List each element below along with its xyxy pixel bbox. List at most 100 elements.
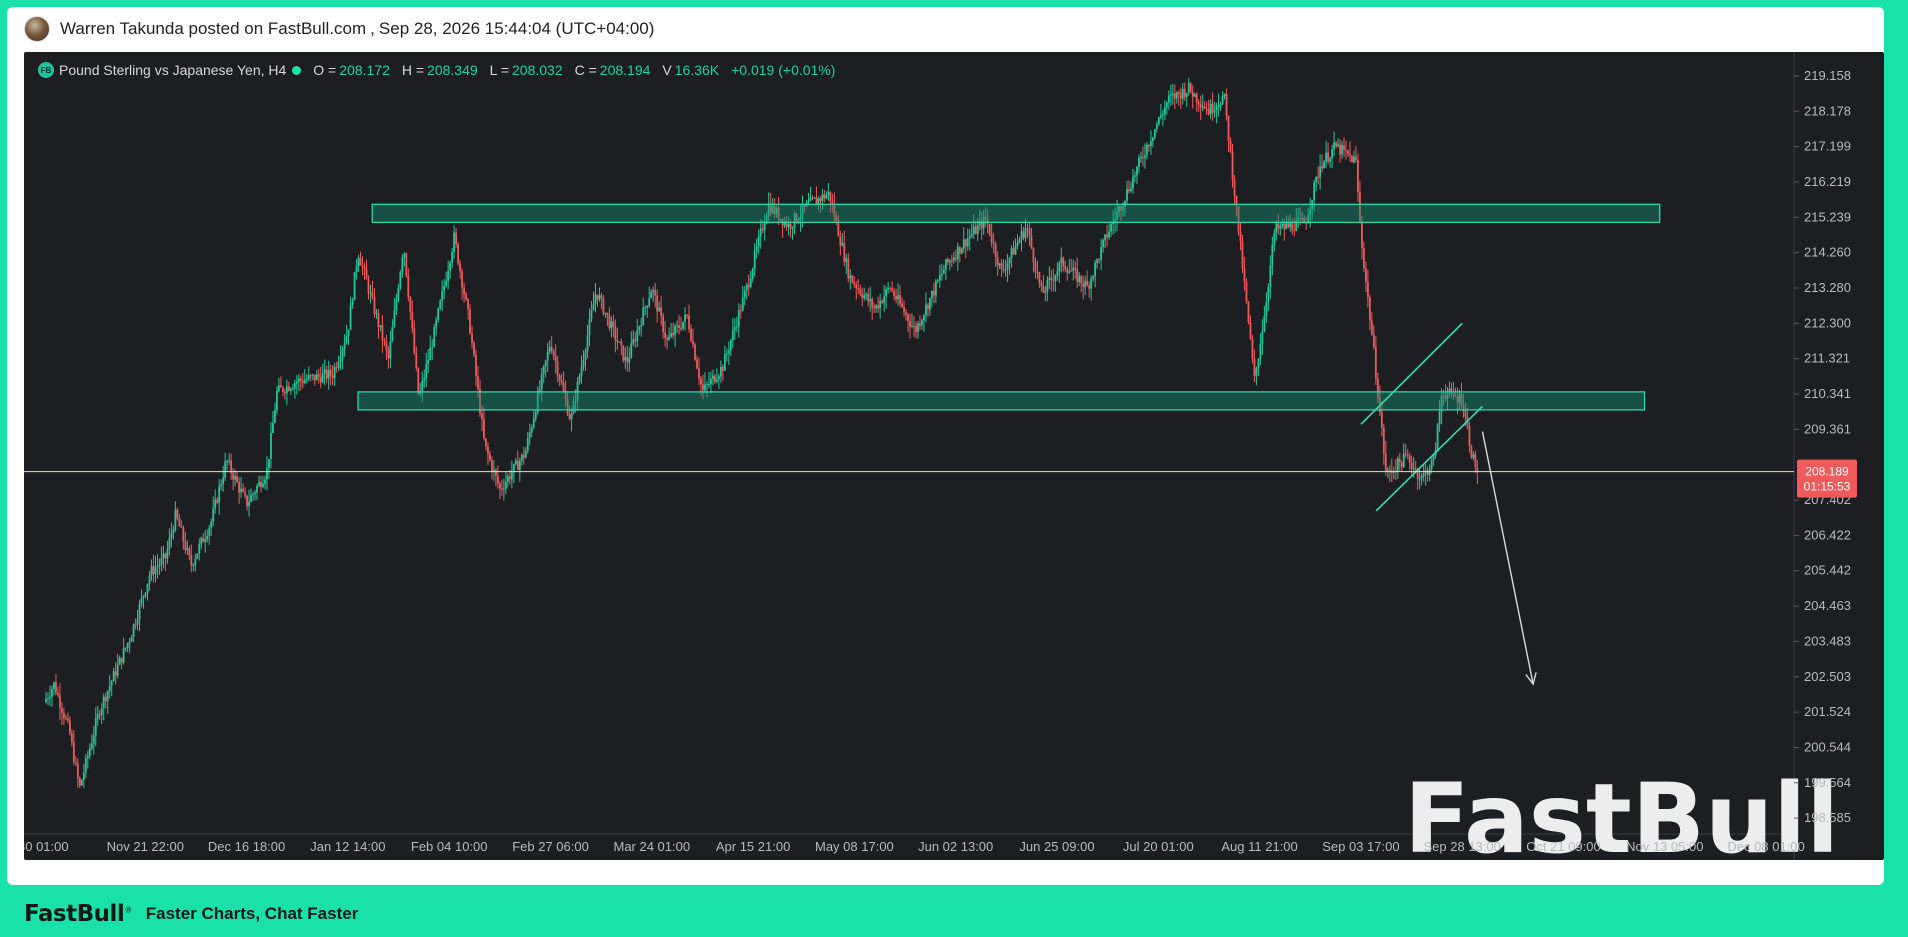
candle-body [1008, 257, 1011, 264]
candle-body [712, 375, 714, 379]
candle-body [550, 346, 553, 351]
candle-body [74, 762, 77, 764]
candle-body [956, 246, 959, 260]
candle-body [596, 294, 599, 300]
candle-body [313, 374, 316, 381]
candle-body [295, 381, 298, 384]
candle-body [1050, 277, 1053, 280]
candle-body [1072, 267, 1075, 271]
candle-body [847, 258, 850, 279]
candle-body [510, 472, 513, 480]
candle-body [881, 300, 884, 303]
candle-body [188, 548, 191, 556]
y-tick-label: 214.260 [1804, 245, 1851, 260]
candle-body [1366, 282, 1369, 298]
candle-body [453, 232, 456, 252]
candle-body [1406, 454, 1409, 456]
candle-body [853, 282, 856, 285]
candle-body [174, 509, 177, 530]
candle-body [118, 657, 121, 665]
candle-body [176, 509, 179, 518]
candle-body [409, 297, 412, 313]
high-value: 208.349 [427, 62, 478, 78]
footer-tagline: Faster Charts, Chat Faster [145, 904, 359, 923]
candle-body [666, 337, 669, 340]
chart-area[interactable]: FastBull 219.158 218.178 217.199 216.219 215.… [24, 52, 1884, 860]
candle-body [1243, 268, 1246, 282]
candle-body [1110, 223, 1112, 232]
candle-body [630, 343, 633, 358]
candle-body [375, 313, 378, 315]
candle-body [154, 567, 157, 575]
candle-body [124, 647, 127, 649]
candle-body [218, 486, 221, 503]
candle-body [363, 266, 366, 269]
candle-body [1191, 91, 1194, 97]
candle-body [1092, 276, 1095, 279]
symbol-name[interactable]: Pound Sterling vs Japanese Yen, H4 [59, 62, 286, 78]
candle-body [1136, 166, 1138, 176]
candle-body [381, 325, 384, 341]
candle-body [954, 257, 957, 260]
x-tick-label: Jun 02 13:00 [918, 839, 993, 854]
candle-body [1203, 106, 1206, 109]
candle-body [395, 299, 398, 311]
candle-body [228, 460, 231, 462]
candle-body [932, 290, 935, 296]
candle-body [178, 517, 181, 527]
candle-body [819, 198, 822, 202]
candle-body [1345, 149, 1347, 151]
candle-body [592, 304, 595, 311]
candle-body [487, 446, 489, 455]
candle-body [1140, 156, 1142, 159]
candle-body [110, 681, 113, 687]
candle-body [1398, 458, 1401, 463]
candle-body [437, 308, 440, 321]
candle-body [1291, 222, 1294, 231]
page-frame: Warren Takunda posted on FastBull.com , … [0, 0, 1908, 937]
candle-body [226, 461, 229, 463]
candle-body [883, 296, 886, 303]
candle-body [950, 260, 953, 262]
candle-body [1022, 231, 1025, 238]
candle-body [447, 270, 450, 281]
candle-body [737, 310, 740, 327]
candle-body [636, 330, 639, 342]
candle-body [905, 312, 907, 315]
candle-body [807, 201, 810, 203]
footer-logo[interactable]: FastBull® [24, 901, 132, 927]
candle-body [469, 309, 471, 334]
candle-body [158, 564, 161, 567]
candle-body [1173, 93, 1176, 99]
candle-body [142, 595, 145, 598]
candle-body [262, 483, 264, 487]
volume-value: 16.36K [674, 62, 720, 78]
candle-body [393, 310, 396, 327]
candle-body [1088, 285, 1091, 289]
candle-body [992, 242, 995, 244]
candle-body [952, 257, 955, 261]
candle-body [1279, 226, 1282, 229]
candle-body [1151, 137, 1154, 142]
x-tick-label: Nov 13 05:00 [1626, 839, 1703, 854]
author-avatar[interactable] [24, 16, 50, 42]
candle-body [1420, 475, 1423, 479]
candle-body [534, 412, 537, 419]
candle-body [821, 194, 824, 202]
candle-body [755, 246, 758, 252]
candle-body [415, 352, 418, 369]
candle-body [634, 339, 637, 342]
candle-body [1046, 279, 1049, 292]
candle-body [1038, 271, 1041, 283]
candle-body [516, 460, 519, 470]
candle-body [827, 191, 830, 196]
candle-body [1287, 223, 1290, 228]
candlestick-chart[interactable]: FastBull219.158218.178217.199216.219215.… [24, 52, 1884, 860]
candle-body [355, 266, 358, 273]
candle-body [1060, 257, 1063, 263]
candle-body [353, 272, 356, 300]
author-line[interactable]: Warren Takunda posted on FastBull.com [60, 19, 366, 39]
candle-body [1317, 176, 1320, 178]
candle-body [489, 454, 491, 461]
candle-body [405, 253, 408, 276]
